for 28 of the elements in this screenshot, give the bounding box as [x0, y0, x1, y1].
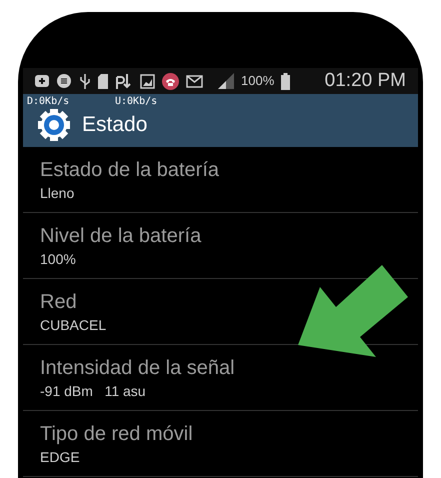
- download-speed: D:0Kb/s: [27, 95, 70, 109]
- row-value: CUBACEL: [40, 316, 108, 334]
- row-title: Tipo de red móvil: [40, 422, 194, 446]
- signal-icon: [218, 73, 234, 89]
- image-icon: [140, 74, 155, 88]
- row-value: 100%: [40, 250, 77, 268]
- row-title: Intensidad de la señal: [40, 356, 236, 380]
- plus-icon: [35, 75, 49, 87]
- gear-icon: [37, 108, 71, 142]
- battery-percent: 100%: [241, 72, 274, 90]
- status-row[interactable]: Tipo de red móvil EDGE: [23, 411, 418, 477]
- phone-icon: [162, 72, 179, 90]
- mail-icon: [186, 74, 203, 88]
- row-title: Nivel de la batería: [40, 224, 202, 248]
- row-value: Lleno: [40, 184, 76, 202]
- upload-speed: U:0Kb/s: [115, 95, 158, 109]
- row-title: Estado de la batería: [40, 158, 220, 182]
- sd-card-icon: [98, 74, 108, 88]
- screen-title: Estado: [82, 112, 148, 138]
- row-value: -91 dBm 11 asu: [40, 382, 147, 400]
- row-title: Red: [40, 290, 78, 314]
- row-value: EDGE: [40, 448, 81, 466]
- download-icon: [115, 73, 133, 89]
- usb-icon: [79, 73, 91, 89]
- chat-icon: [56, 74, 72, 88]
- clock: 01:20 PM: [324, 68, 406, 93]
- battery-icon: [281, 72, 290, 90]
- status-row[interactable]: Estado de la batería Lleno: [23, 147, 418, 213]
